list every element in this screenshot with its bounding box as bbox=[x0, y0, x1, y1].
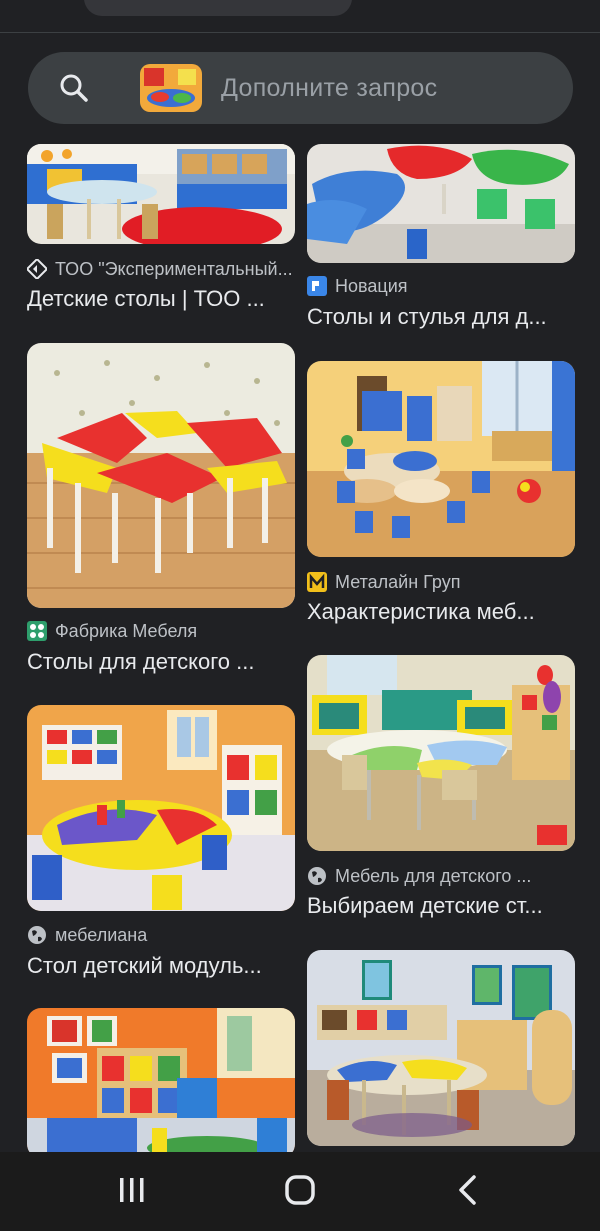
result-source[interactable]: Мебель для детского ... bbox=[307, 863, 575, 889]
fabrika-logo-icon bbox=[27, 621, 47, 641]
result-title[interactable]: Выбираем детские ст... bbox=[307, 893, 577, 919]
result-source[interactable]: ТОО "Экспериментальный... bbox=[27, 256, 295, 282]
novatsiya-logo-icon bbox=[307, 276, 327, 296]
search-query-thumbnail[interactable] bbox=[140, 64, 202, 112]
globe-icon bbox=[27, 925, 47, 945]
result-image[interactable] bbox=[307, 144, 575, 263]
result-source[interactable]: Фабрика Мебеля bbox=[27, 618, 295, 644]
source-name: Мебель для детского ... bbox=[335, 865, 532, 886]
result-title[interactable]: Детские столы | ТОО ... bbox=[27, 286, 297, 312]
search-input[interactable]: Дополните запрос bbox=[221, 74, 437, 103]
result-source[interactable]: мебелиана bbox=[27, 922, 295, 948]
home-icon bbox=[284, 1174, 316, 1211]
search-icon[interactable] bbox=[56, 70, 92, 106]
result-image[interactable] bbox=[307, 950, 575, 1146]
result-title[interactable]: Стол детский модуль... bbox=[27, 953, 297, 979]
m-logo-icon bbox=[307, 572, 327, 592]
source-name: мебелиана bbox=[55, 924, 148, 945]
image-results-grid: ТОО "Экспериментальный... Детские столы … bbox=[0, 144, 600, 1152]
result-title[interactable]: Столы и стулья для д... bbox=[307, 304, 577, 330]
top-tab-pill[interactable] bbox=[84, 0, 352, 16]
source-name: Металайн Груп bbox=[335, 571, 461, 592]
result-source[interactable]: Металайн Груп bbox=[307, 569, 575, 595]
result-title[interactable]: Характеристика меб... bbox=[307, 599, 577, 625]
back-icon bbox=[456, 1174, 480, 1211]
source-name: Новация bbox=[335, 275, 408, 296]
result-image[interactable] bbox=[27, 343, 295, 608]
search-bar[interactable]: Дополните запрос bbox=[28, 52, 573, 124]
diamond-logo-icon bbox=[27, 257, 49, 281]
home-button[interactable] bbox=[270, 1170, 330, 1214]
header-divider bbox=[0, 32, 600, 33]
globe-icon bbox=[307, 866, 327, 886]
result-image[interactable] bbox=[307, 655, 575, 851]
system-navigation-bar bbox=[0, 1152, 600, 1231]
recent-apps-button[interactable] bbox=[102, 1170, 162, 1214]
result-image[interactable] bbox=[27, 705, 295, 911]
result-title[interactable]: Столы для детского ... bbox=[27, 649, 297, 675]
result-image[interactable] bbox=[27, 1008, 295, 1152]
result-image[interactable] bbox=[307, 361, 575, 557]
source-name: ТОО "Экспериментальный... bbox=[55, 258, 293, 279]
back-button[interactable] bbox=[438, 1170, 498, 1214]
result-source[interactable]: Новация bbox=[307, 273, 575, 299]
recent-apps-icon bbox=[117, 1175, 147, 1210]
result-image[interactable] bbox=[27, 144, 295, 244]
source-name: Фабрика Мебеля bbox=[55, 620, 198, 641]
